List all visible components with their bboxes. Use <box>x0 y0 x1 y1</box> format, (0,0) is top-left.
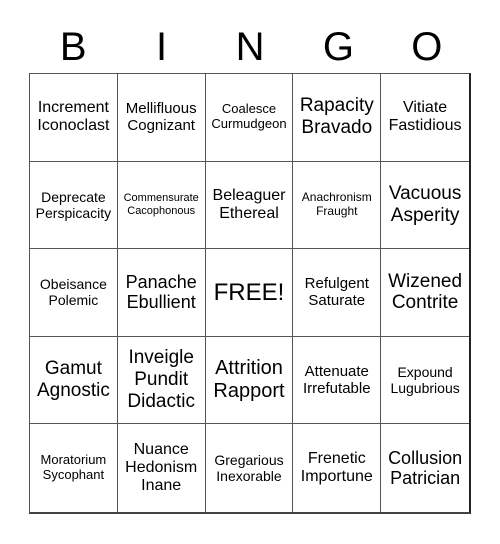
bingo-cell: Wizened Contrite <box>381 249 469 337</box>
bingo-cell: Anachronism Fraught <box>293 161 382 250</box>
bingo-cell: Vacuous Asperity <box>381 162 469 250</box>
bingo-cell: Collusion Patrician <box>388 447 463 489</box>
header-letter-g: G <box>322 25 354 69</box>
bingo-cell: Inveigle Pundit Didactic <box>117 336 206 425</box>
bingo-cell: Beleaguer Ethereal <box>205 161 294 250</box>
bingo-grid: Increment Iconoclast Mellifluous Cogniza… <box>29 73 471 514</box>
bingo-cell: Panache Ebullient <box>117 249 206 337</box>
bingo-header: B I N G O <box>29 22 471 72</box>
header-letter-n: N <box>235 25 265 69</box>
bingo-cell: Nuance Hedonism Inane <box>118 424 206 512</box>
bingo-cell: Obeisance Polemic <box>30 249 118 337</box>
bingo-cell: Increment Iconoclast <box>30 74 118 162</box>
header-letter-b: B <box>59 25 87 69</box>
bingo-cell: Deprecate Perspicacity <box>30 161 118 250</box>
bingo-cell: Moratorium Sycophant <box>30 424 118 512</box>
bingo-cell: Gregarious Inexorable <box>206 424 294 512</box>
bingo-cell: Attenuate Irrefutable <box>293 336 382 425</box>
bingo-cell: Gamut Agnostic <box>30 336 118 425</box>
header-letter-i: I <box>156 25 168 69</box>
bingo-cell: Refulgent Saturate <box>293 249 382 337</box>
bingo-cell: Vitiate Fastidious <box>381 74 469 162</box>
bingo-cell: Rapacity Bravado <box>293 74 382 162</box>
bingo-cell: Mellifluous Cognizant <box>117 74 206 162</box>
bingo-cell: Coalesce Curmudgeon <box>205 74 294 162</box>
bingo-cell: Commensurate Cacophonous <box>117 161 206 250</box>
bingo-cell: Attrition Rapport <box>205 336 294 425</box>
bingo-cell: Frenetic Importune <box>293 424 382 512</box>
free-space: FREE! <box>205 249 294 337</box>
header-letter-o: O <box>411 25 443 69</box>
bingo-cell: Expound Lugubrious <box>381 337 469 425</box>
